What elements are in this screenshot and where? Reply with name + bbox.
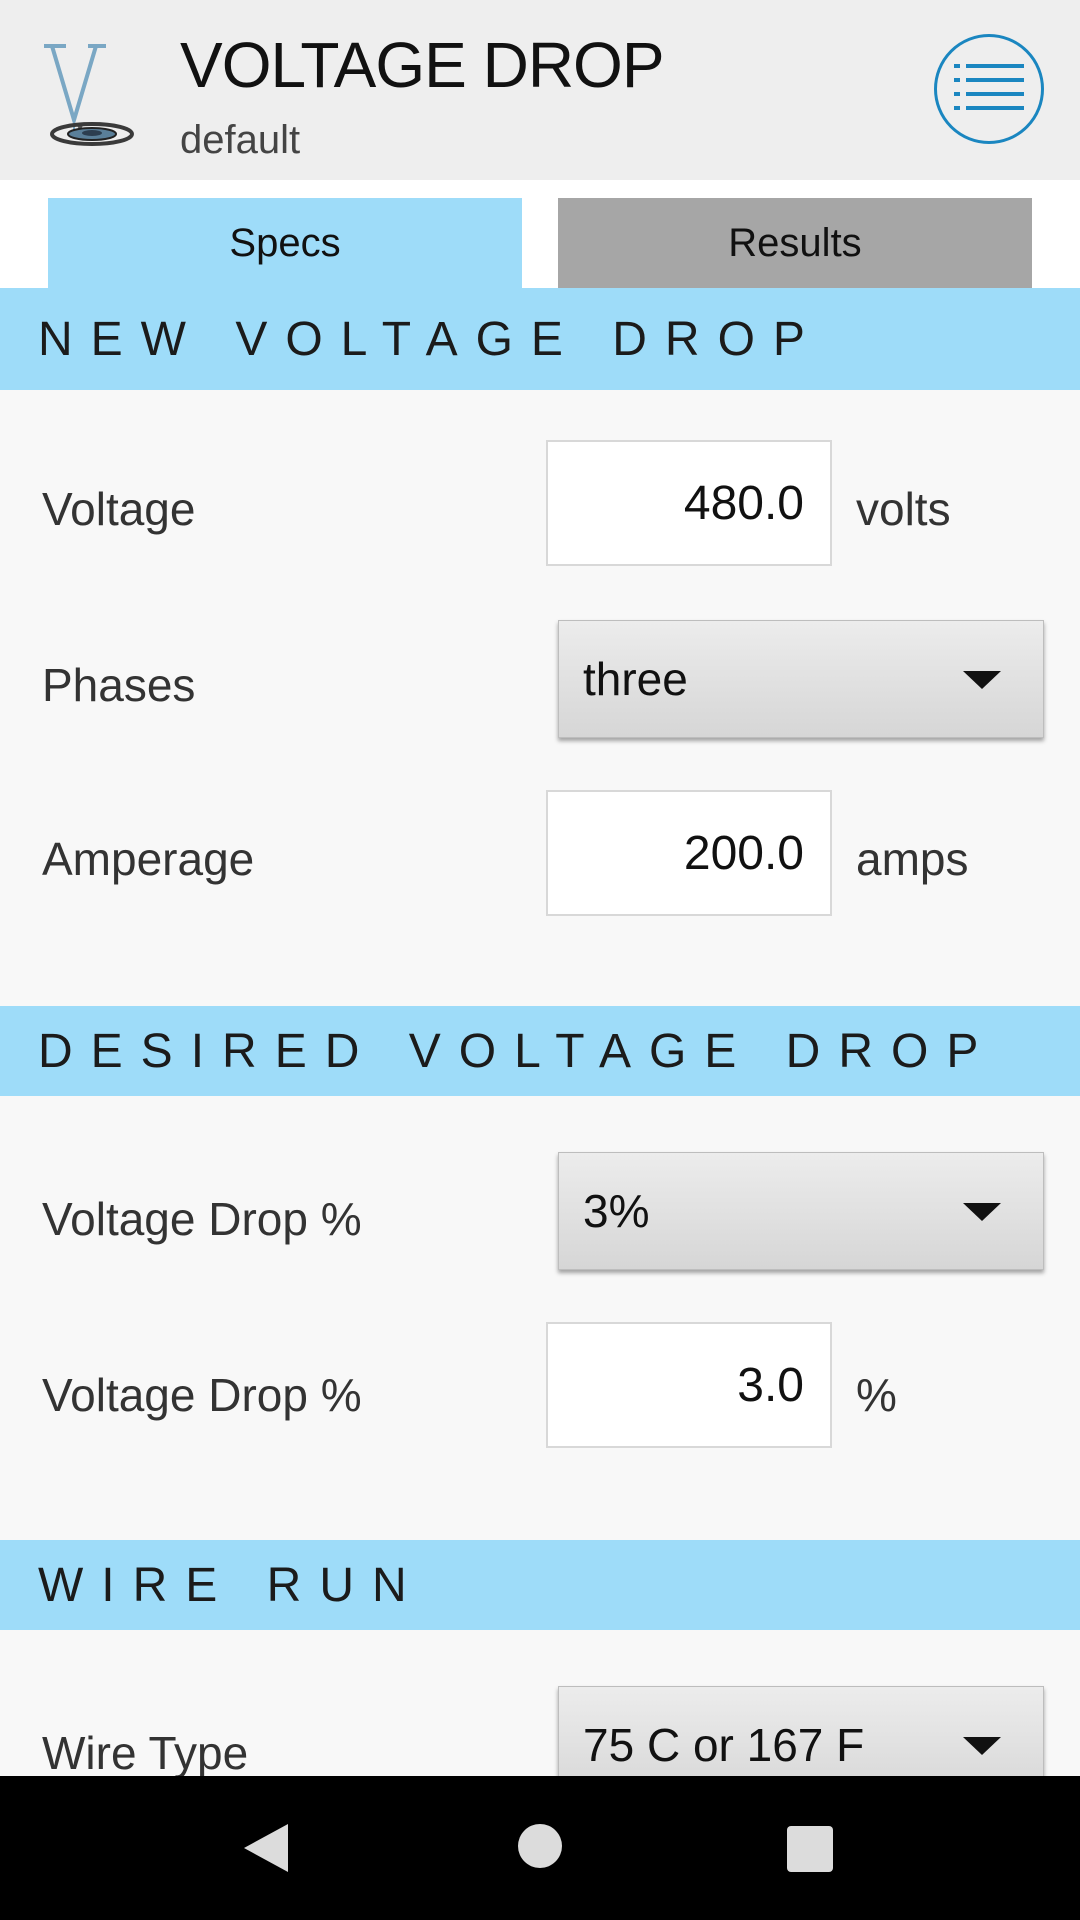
section-header-desired-voltage-drop: DESIRED VOLTAGE DROP [0,1006,1080,1096]
voltage-drop-percent-select[interactable]: 3% [558,1152,1044,1270]
voltage-unit: volts [856,483,951,535]
phases-select[interactable]: three [558,620,1044,738]
phases-selected-value: three [583,653,688,705]
voltage-droplet-logo-icon [40,38,140,146]
wire-type-label: Wire Type [42,1727,249,1779]
system-nav-bar [0,1776,1080,1920]
list-menu-icon [954,62,1024,117]
section-header-wire-run: WIRE RUN [0,1540,1080,1630]
voltage-input[interactable]: 480.0 [546,440,832,566]
voltage-label: Voltage [42,483,196,535]
voltage-drop-percent-selected-value: 3% [583,1185,650,1237]
voltage-drop-percent-input-label: Voltage Drop % [42,1369,362,1421]
voltage-drop-percent-unit: % [856,1369,897,1421]
tab-results[interactable]: Results [558,198,1032,288]
home-circle-icon[interactable] [518,1824,562,1868]
app-subtitle: default [180,118,301,162]
recents-square-icon[interactable] [787,1826,833,1872]
chevron-down-icon [963,671,1001,689]
chevron-down-icon [963,1203,1001,1221]
app-title: VOLTAGE DROP [180,29,664,101]
chevron-down-icon [963,1737,1001,1755]
tab-bar: Specs Results [0,180,1080,288]
amperage-label: Amperage [42,833,255,885]
back-triangle-icon[interactable] [244,1824,288,1872]
menu-button[interactable] [934,34,1044,144]
voltage-drop-percent-select-label: Voltage Drop % [42,1193,362,1245]
section-header-new-voltage-drop: NEW VOLTAGE DROP [0,288,1080,390]
app-header: VOLTAGE DROP default [0,0,1080,180]
tab-specs[interactable]: Specs [48,198,522,288]
amperage-input[interactable]: 200.0 [546,790,832,916]
voltage-drop-percent-input[interactable]: 3.0 [546,1322,832,1448]
amperage-unit: amps [856,833,969,885]
wire-type-selected-value: 75 C or 167 F [583,1719,865,1771]
phases-label: Phases [42,659,196,711]
